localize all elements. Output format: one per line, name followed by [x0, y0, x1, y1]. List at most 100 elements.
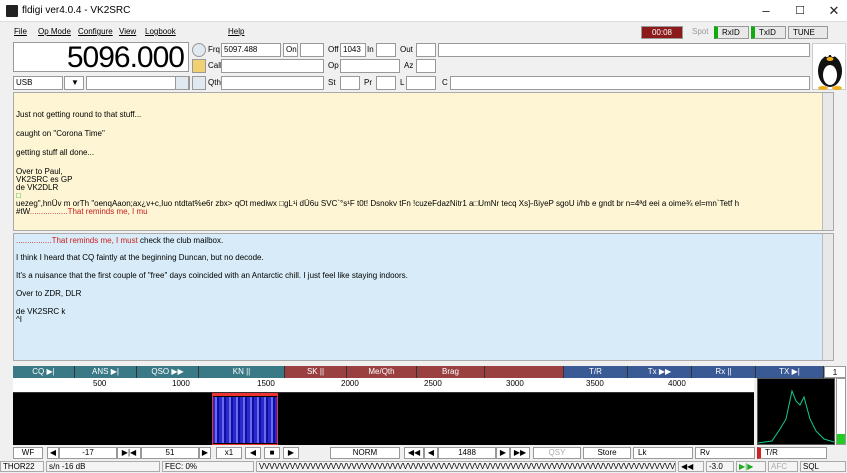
province-label: Pr [364, 78, 372, 87]
frequency-scale [13, 378, 754, 393]
save-log-icon[interactable] [192, 76, 206, 90]
lookup-icon[interactable] [192, 43, 206, 57]
att-arrows-icon[interactable]: ◀◀ [678, 461, 704, 472]
state-field[interactable] [340, 76, 360, 90]
macro-tr[interactable]: T/R [564, 366, 628, 378]
carrier-freq-field[interactable]: 1488 [438, 447, 496, 459]
refresh-icon[interactable] [175, 76, 189, 90]
country-label: C [442, 78, 448, 87]
waterfall-display[interactable] [13, 393, 754, 445]
window-title: fldigi ver4.0.4 - VK2SRC [22, 5, 131, 16]
tr-toggle[interactable]: T/R [757, 447, 827, 459]
tx-sent-text: ................That reminds me, I must [16, 236, 138, 245]
country-field[interactable] [450, 76, 810, 90]
fec-status: FEC: 0% [162, 461, 254, 472]
txid-button[interactable]: TxID [751, 26, 786, 39]
tx-scrollbar[interactable] [822, 234, 833, 360]
menu-view[interactable]: View [119, 27, 136, 36]
op-field[interactable] [340, 59, 400, 73]
qth-field[interactable] [221, 76, 324, 90]
macro-me-qth[interactable]: Me/Qth [347, 366, 417, 378]
close-button[interactable]: ✕ [820, 2, 847, 20]
menu-help[interactable]: Help [228, 27, 244, 36]
frq-field[interactable]: 5097.488 [221, 43, 281, 57]
spot-button[interactable]: Spot [688, 26, 712, 39]
tx-level-arrows-icon[interactable]: ▶|▶ [736, 461, 766, 472]
maximize-button[interactable]: ☐ [786, 2, 814, 20]
call-label: Call [208, 61, 222, 70]
call-field[interactable] [221, 59, 324, 73]
on-field[interactable] [300, 43, 324, 57]
range-right-icon[interactable]: ▶ [199, 447, 211, 459]
stop-icon[interactable]: ■ [264, 447, 280, 459]
macro-sk[interactable]: SK || [285, 366, 347, 378]
macro-blank[interactable] [485, 366, 564, 378]
range-field[interactable]: 51 [141, 447, 199, 459]
frq-label: Frq [208, 45, 220, 54]
province-field[interactable] [376, 76, 396, 90]
menu-file[interactable]: File [14, 27, 27, 36]
norm-button[interactable]: NORM [330, 447, 400, 459]
rx-line: caught on "Corona Time" [16, 129, 105, 138]
qsy-button[interactable]: QSY [533, 447, 581, 459]
macro-qso[interactable]: QSO ▶▶ [137, 366, 199, 378]
step-right-icon[interactable]: ▶ [496, 447, 510, 459]
in-label: In [367, 45, 374, 54]
macro-tx-end[interactable]: TX ▶| [756, 366, 824, 378]
step-left-icon[interactable]: ◀ [424, 447, 438, 459]
macro-page-number[interactable]: 1 [824, 366, 846, 378]
tux-logo [812, 43, 846, 90]
wf-mode-button[interactable]: WF [13, 447, 43, 459]
squelch-level-field[interactable]: -17 [59, 447, 117, 459]
scale-tick: 3500 [586, 379, 604, 388]
op-label: Op [328, 61, 339, 70]
slow-left-icon[interactable]: ◀ [245, 447, 261, 459]
scale-tick: 2000 [341, 379, 359, 388]
tx-line: Over to ZDR, DLR [16, 289, 82, 298]
macro-ans[interactable]: ANS ▶| [75, 366, 137, 378]
tx-level-field[interactable]: -3.0 [706, 461, 734, 472]
rst-in-field[interactable] [376, 43, 396, 57]
lock-toggle[interactable]: Lk [633, 447, 693, 459]
menu-logbook[interactable]: Logbook [145, 27, 176, 36]
menu-configure[interactable]: Configure [78, 27, 113, 36]
scale-tick: 2500 [424, 379, 442, 388]
clear-icon[interactable] [192, 59, 206, 73]
squelch-right-icon[interactable]: ▶|◀ [117, 447, 141, 459]
mode-dropdown-icon[interactable]: ▼ [64, 76, 84, 90]
snr-status: s/n -16 dB [46, 461, 160, 472]
rxid-button[interactable]: RxID [714, 26, 749, 39]
macro-kn[interactable]: KN || [199, 366, 285, 378]
transmit-text-pane[interactable]: ................That reminds me, I must … [13, 233, 834, 361]
mode-select[interactable]: USB [13, 76, 63, 90]
minimize-button[interactable]: – [752, 2, 780, 20]
rx-scrollbar[interactable] [822, 93, 833, 230]
off-field[interactable]: 1043 [340, 43, 366, 57]
fast-forward-icon[interactable]: ▶▶ [510, 447, 530, 459]
rewind-icon[interactable]: ◀◀ [404, 447, 424, 459]
scale-tick: 4000 [668, 379, 686, 388]
receive-text-pane[interactable]: Just not getting round to that stuff... … [13, 92, 834, 231]
frequency-display[interactable]: 5096.000 [13, 42, 189, 73]
zoom-button[interactable]: x1 [216, 447, 242, 459]
macro-rx[interactable]: Rx || [692, 366, 756, 378]
afc-toggle[interactable]: AFC [768, 461, 798, 472]
tune-button[interactable]: TUNE [788, 26, 828, 39]
macro-tx[interactable]: Tx ▶▶ [628, 366, 692, 378]
squelch-left-icon[interactable]: ◀ [47, 447, 59, 459]
az-field[interactable] [416, 59, 436, 73]
locator-field[interactable] [406, 76, 436, 90]
sql-toggle[interactable]: SQL [800, 461, 846, 472]
on-button[interactable]: On [283, 43, 298, 57]
macro-cq[interactable]: CQ ▶| [13, 366, 75, 378]
slow-right-icon[interactable]: ▶ [283, 447, 299, 459]
store-button[interactable]: Store [583, 447, 631, 459]
rst-out-field[interactable] [416, 43, 436, 57]
mode-status[interactable]: THOR22 [0, 461, 44, 472]
macro-brag[interactable]: Brag [417, 366, 485, 378]
notes-field[interactable] [438, 43, 810, 57]
reverse-toggle[interactable]: Rv [695, 447, 755, 459]
cursor-marker[interactable] [212, 393, 278, 445]
menu-op-mode[interactable]: Op Mode [38, 27, 71, 36]
rx-line: de VK2DLR [16, 183, 59, 192]
